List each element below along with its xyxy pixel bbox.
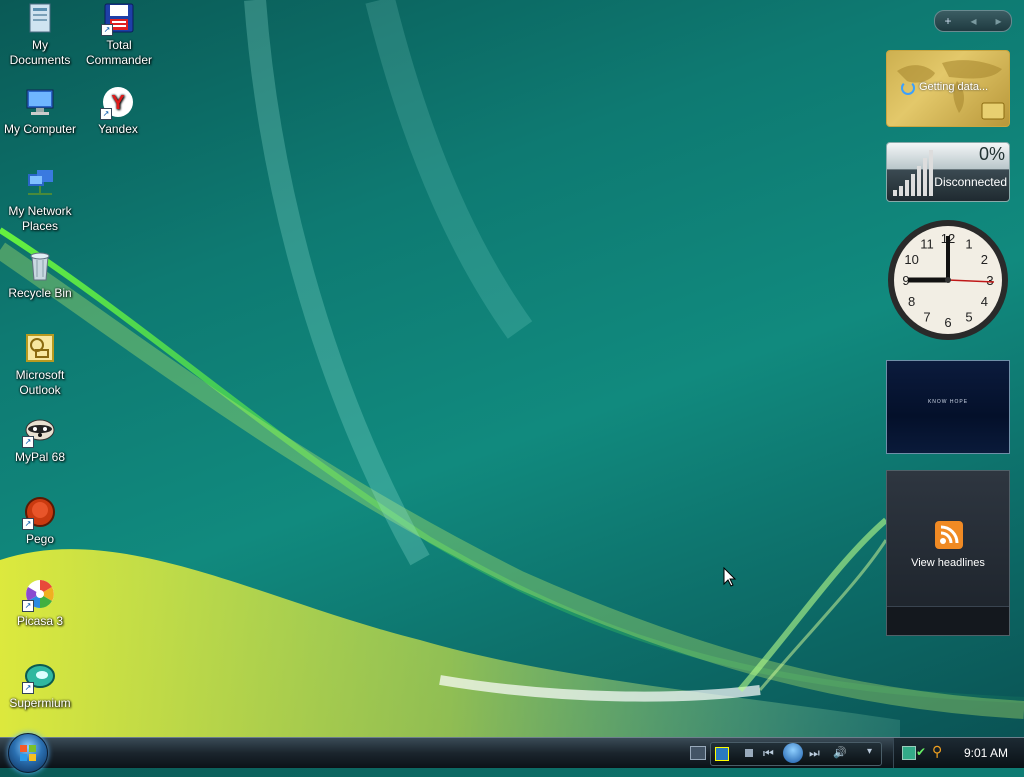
map-status-text: Getting data... — [919, 81, 989, 93]
search-icon[interactable]: ⚲ — [932, 743, 942, 760]
shortcut-arrow-icon: ↗ — [22, 600, 34, 612]
desktop-icon-mypal-68[interactable]: ↗ MyPal 68 — [0, 414, 80, 465]
keyboard-language-icon[interactable] — [690, 746, 706, 760]
network-status-icon[interactable] — [902, 746, 916, 760]
clock-numeral: 4 — [981, 294, 988, 309]
outlook-icon — [24, 332, 56, 364]
shortcut-arrow-icon: ↗ — [22, 682, 34, 694]
network-status: Disconnected — [934, 175, 1007, 189]
map-gadget[interactable]: Getting data... — [886, 50, 1010, 127]
clock-numeral: 3 — [986, 273, 993, 288]
volume-icon[interactable]: 🔊 — [833, 746, 847, 759]
stop-icon[interactable] — [745, 749, 753, 757]
desktop-icon-picasa-3[interactable]: ↗ Picasa 3 — [0, 578, 80, 629]
clock-numeral: 6 — [944, 315, 951, 330]
desktop-icon-label: MyPal 68 — [14, 450, 66, 464]
recycle-bin-icon — [24, 250, 56, 282]
start-button[interactable] — [8, 733, 48, 773]
taskbar: ⏮ ⏭ 🔊 ▾ ✔ ⚲ 9:01 AM — [0, 733, 1024, 773]
svg-text:Y: Y — [111, 92, 125, 114]
next-icon[interactable]: ▸ — [995, 14, 1001, 28]
network-percent: 0% — [978, 144, 1005, 164]
desktop-icon-label: Pego — [25, 532, 55, 546]
desktop-icon-my-network-places[interactable]: My Network Places — [0, 168, 80, 234]
clock-numeral: 5 — [965, 309, 972, 324]
desktop-icon-total-commander[interactable]: ↗ Total Commander — [79, 2, 159, 68]
desktop-icon-label: Picasa 3 — [16, 614, 64, 628]
shortcut-arrow-icon: ↗ — [101, 24, 113, 36]
media-player-icon[interactable] — [715, 747, 729, 761]
desktop-icon-microsoft-outlook[interactable]: Microsoft Outlook — [0, 332, 80, 398]
security-check-icon[interactable]: ✔ — [916, 745, 926, 759]
supermium-icon: ↗ — [22, 660, 56, 694]
desktop-icon-my-computer[interactable]: My Computer — [0, 86, 80, 137]
system-tray: ✔ ⚲ 9:01 AM — [893, 738, 1024, 768]
view-headlines-link[interactable]: View headlines — [887, 557, 1009, 569]
raccoon-icon: ↗ — [22, 414, 56, 448]
desktop-icon-label: My Computer — [3, 122, 77, 136]
network-meter-gadget[interactable]: 0% Disconnected — [886, 142, 1010, 202]
pego-icon: ↗ — [22, 496, 56, 530]
desktop-icon-label: Total Commander — [85, 38, 153, 67]
desktop-icon-label: My Network Places — [8, 204, 72, 233]
clock-numeral: 1 — [965, 237, 972, 252]
clock-numeral: 8 — [908, 294, 915, 309]
analog-clock-face: 121234567891011 — [888, 220, 1008, 340]
feed-footer — [887, 606, 1009, 635]
windows-logo-icon — [20, 745, 36, 761]
previous-icon[interactable]: ◂ — [970, 14, 976, 28]
desktop-icon-supermium[interactable]: ↗ Supermium — [0, 660, 80, 711]
loading-spinner-icon — [901, 81, 915, 95]
shortcut-arrow-icon: ↗ — [100, 108, 112, 120]
desktop-icon-recycle-bin[interactable]: Recycle Bin — [0, 250, 80, 301]
my-documents-icon — [24, 2, 56, 34]
desktop-icon-label: Supermium — [9, 696, 71, 710]
signal-bars-icon — [893, 150, 933, 196]
feed-headlines-gadget[interactable]: View headlines — [886, 470, 1010, 636]
previous-track-icon[interactable]: ⏮ — [763, 746, 774, 761]
mouse-cursor-icon — [723, 567, 737, 587]
desktop-icon-label: Yandex — [98, 122, 138, 136]
restore-icon[interactable]: ▾ — [867, 746, 872, 757]
next-track-icon[interactable]: ⏭ — [809, 746, 820, 761]
shortcut-arrow-icon: ↗ — [22, 436, 34, 448]
taskbar-clock[interactable]: 9:01 AM — [964, 746, 1008, 760]
computer-icon — [24, 86, 56, 118]
desktop-icon-pego[interactable]: ↗ Pego — [0, 496, 80, 547]
network-icon — [24, 168, 56, 200]
yandex-icon: Y ↗ — [100, 86, 134, 120]
desktop-icon-label: Recycle Bin — [8, 286, 72, 300]
slideshow-caption: KNOW HOPE — [927, 399, 969, 405]
floppy-disk-icon: ↗ — [101, 2, 135, 36]
clock-numeral: 11 — [920, 237, 934, 252]
desktop-icon-label: My Documents — [9, 38, 71, 67]
rss-feed-icon — [935, 521, 963, 549]
desktop-icon-my-documents[interactable]: My Documents — [0, 2, 80, 68]
sidebar-controls: + ◂ ▸ — [934, 10, 1012, 32]
clock-numeral: 2 — [981, 252, 988, 267]
media-player-toolbar: ⏮ ⏭ 🔊 ▾ — [710, 742, 882, 766]
clock-numeral: 10 — [904, 252, 918, 267]
slideshow-gadget[interactable]: KNOW HOPE — [886, 360, 1010, 454]
picasa-icon: ↗ — [22, 578, 56, 612]
clock-numeral: 7 — [923, 309, 930, 324]
shortcut-arrow-icon: ↗ — [22, 518, 34, 530]
clock-gadget[interactable]: 121234567891011 — [886, 218, 1010, 342]
play-icon[interactable] — [783, 743, 803, 763]
add-gadget-icon[interactable]: + — [944, 14, 951, 28]
desktop-icon-label: Microsoft Outlook — [15, 368, 65, 397]
desktop-icon-yandex[interactable]: Y ↗ Yandex — [78, 86, 158, 137]
